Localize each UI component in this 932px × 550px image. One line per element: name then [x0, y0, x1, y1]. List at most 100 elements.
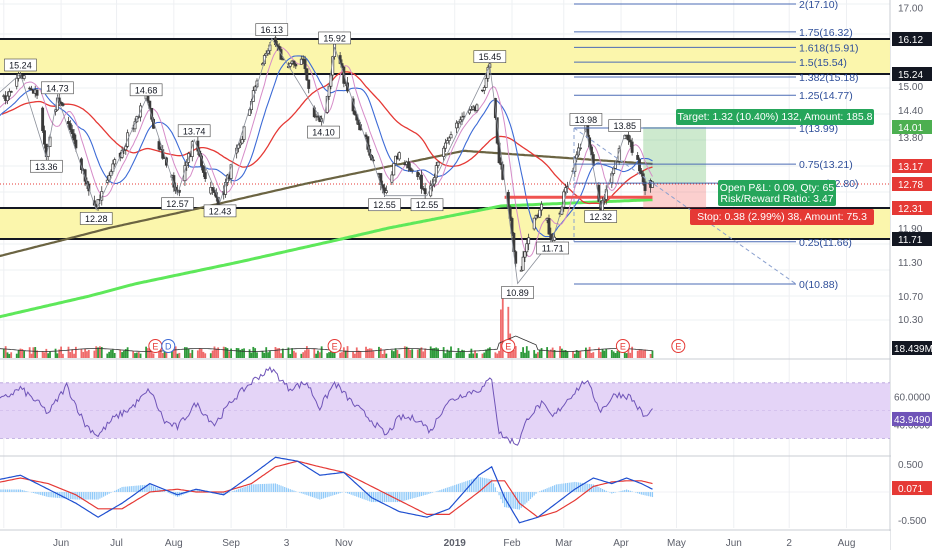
volume-bar — [359, 351, 362, 358]
pivot-label: 12.43 — [203, 204, 237, 218]
macd-histogram-bar — [431, 492, 434, 493]
volume-bar — [123, 350, 125, 358]
fib-level-label: 0(10.88) — [799, 279, 838, 291]
macd-histogram-bar — [382, 492, 384, 503]
macd-histogram-bar — [289, 489, 291, 492]
macd-histogram-bar — [348, 492, 350, 495]
macd-histogram-bar — [117, 488, 119, 492]
macd-histogram-bar — [463, 481, 465, 492]
macd-histogram-bar — [542, 489, 545, 492]
volume-bar — [305, 346, 308, 358]
macd-histogram-bar — [648, 492, 650, 497]
macd-histogram-bar — [411, 492, 413, 499]
macd-histogram-bar — [483, 477, 485, 492]
volume-bar — [211, 350, 214, 358]
price-axis[interactable]: 17.0015.0014.4013.8011.9011.3010.7010.30… — [891, 0, 932, 550]
volume-bar — [28, 347, 31, 358]
volume-bar — [610, 349, 613, 358]
volume-bar — [49, 351, 51, 358]
macd-histogram-bar — [12, 489, 14, 492]
macd-histogram-bar — [372, 492, 375, 503]
macd-histogram-bar — [409, 492, 411, 500]
volume-bar — [590, 352, 593, 358]
macd-histogram-bar — [265, 483, 267, 492]
macd-histogram-bar — [304, 492, 306, 495]
volume-bar — [191, 349, 194, 358]
macd-histogram-bar — [317, 492, 319, 499]
volume-bar — [520, 351, 523, 358]
volume-bar — [514, 346, 517, 358]
macd-histogram-bar — [413, 492, 415, 499]
volume-bar — [137, 352, 140, 358]
volume-bar — [381, 353, 384, 358]
macd-histogram-bar — [492, 483, 495, 492]
macd-histogram-bar — [6, 489, 9, 492]
svg-text:14.68: 14.68 — [135, 85, 158, 95]
earnings-marker[interactable]: E — [327, 339, 342, 353]
macd-histogram-bar — [335, 492, 338, 495]
candle — [41, 106, 45, 133]
volume-bar — [263, 352, 266, 358]
volume-bar — [67, 346, 70, 358]
macd-histogram-bar — [16, 489, 18, 492]
earnings-marker[interactable]: E — [148, 339, 163, 353]
macd-histogram-bar — [295, 491, 297, 492]
macd-histogram-bar — [629, 490, 631, 492]
volume-bar — [226, 348, 229, 358]
volume-bar — [579, 350, 582, 358]
time-axis[interactable]: Jun Jul Aug Sep 3 Nov 2019 Feb Mar Apr May Jun 2 Aug — [0, 531, 890, 550]
macd-histogram-bar — [650, 492, 652, 497]
volume-bar — [370, 348, 373, 358]
macd-histogram-bar — [32, 492, 34, 494]
macd-histogram-bar — [278, 484, 280, 492]
volume-bar — [213, 346, 216, 358]
time-tick: Aug — [838, 538, 856, 549]
rr-label: Risk/Reward Ratio: 3.47 — [720, 193, 833, 205]
macd-histogram-bar — [622, 490, 624, 492]
macd-histogram-bar — [620, 490, 622, 492]
macd-histogram-bar — [642, 492, 644, 495]
macd-histogram-bar — [540, 490, 543, 492]
macd-histogram-bar — [443, 488, 445, 492]
macd-histogram-bar — [415, 492, 417, 498]
volume-bar — [614, 353, 617, 358]
volume-bar — [500, 309, 502, 358]
volume-bar — [461, 349, 464, 358]
stock-chart[interactable]: 2(17.10) 1.75(16.32) 1.618(15.91) 1.5(15.54… — [0, 0, 932, 550]
pivot-label: 13.36 — [30, 159, 63, 173]
macd-histogram-bar — [261, 483, 264, 492]
stop-label: Stop: 0.38 (2.99%) 38, Amount: 75.3 — [697, 211, 867, 223]
macd-histogram-bar — [618, 491, 620, 492]
volume-bar — [300, 353, 303, 358]
earnings-marker[interactable]: E — [501, 339, 516, 353]
volume-bar — [379, 348, 382, 358]
volume-bar — [573, 353, 576, 358]
earnings-marker[interactable]: E — [671, 339, 686, 353]
volume-bar — [418, 348, 421, 358]
volume-bar — [307, 349, 310, 358]
volume-bar — [215, 348, 218, 358]
macd-histogram-bar — [239, 488, 241, 492]
volume-bar — [209, 353, 212, 358]
macd-histogram-bar — [93, 492, 95, 500]
volume-bar — [318, 352, 321, 358]
chart-background — [0, 0, 932, 550]
svg-text:12.43: 12.43 — [209, 206, 232, 216]
volume-bar — [603, 350, 606, 358]
macd-histogram-bar — [439, 490, 441, 492]
svg-text:13.98: 13.98 — [575, 115, 598, 125]
volume-bar — [161, 352, 164, 358]
macd-histogram-bar — [82, 492, 84, 500]
pivot-label: 13.85 — [608, 119, 642, 132]
candle — [392, 163, 396, 176]
volume-bar — [41, 351, 44, 358]
volume-bar — [435, 347, 438, 358]
earnings-marker[interactable]: E — [615, 339, 630, 353]
macd-histogram-bar — [271, 483, 273, 492]
volume-bar — [548, 351, 550, 358]
volume-bar — [265, 347, 268, 358]
svg-text:14.10: 14.10 — [312, 128, 335, 138]
volume-bar — [551, 347, 554, 358]
earnings-marker[interactable]: D — [161, 339, 176, 353]
fib-level-label: 2(17.10) — [799, 0, 838, 11]
